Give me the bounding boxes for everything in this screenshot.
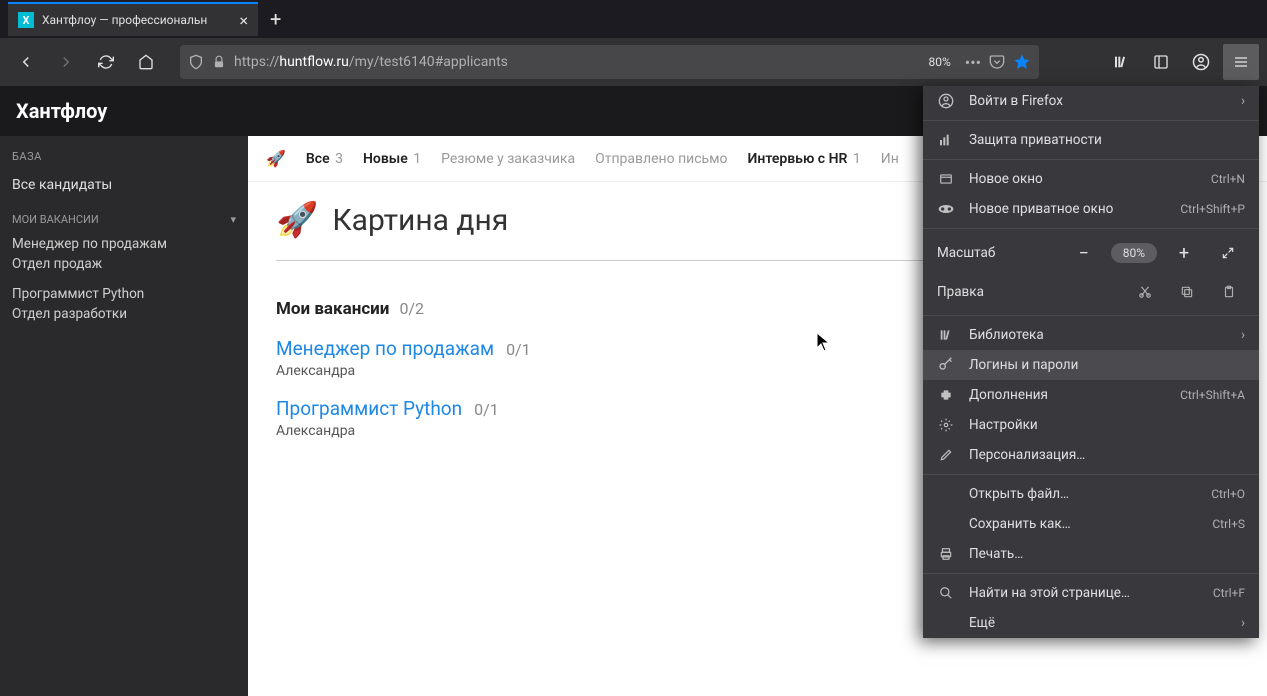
menu-separator <box>923 474 1259 475</box>
brush-icon <box>937 448 955 462</box>
vacancy-name[interactable]: Менеджер по продажам <box>276 337 494 360</box>
menu-find[interactable]: Найти на этой странице… Ctrl+F <box>923 578 1259 608</box>
rocket-icon[interactable]: 🚀 <box>266 149 286 168</box>
app-logo[interactable]: Хантфлоу <box>0 86 248 136</box>
tab-resume[interactable]: Резюме у заказчика <box>441 151 575 167</box>
reload-button[interactable] <box>88 44 124 80</box>
menu-new-private[interactable]: Новое приватное окно Ctrl+Shift+P <box>923 194 1259 224</box>
menu-logins[interactable]: Логины и пароли <box>923 350 1259 380</box>
home-button[interactable] <box>128 44 164 80</box>
app-menu-button[interactable] <box>1223 44 1259 80</box>
menu-separator <box>923 120 1259 121</box>
new-tab-button[interactable]: + <box>258 7 293 31</box>
chevron-right-icon: › <box>1241 93 1245 109</box>
tab-interview[interactable]: Интервью с HR 1 <box>748 151 861 167</box>
vacancy-count: 0/1 <box>506 340 531 359</box>
back-button[interactable] <box>8 44 44 80</box>
sidebar-vacancy-1[interactable]: Менеджер по продажам <box>0 234 248 254</box>
menu-customize[interactable]: Персонализация… <box>923 440 1259 470</box>
sidebar-vacancy-1-dept: Отдел продаж <box>0 254 248 274</box>
mask-icon <box>937 204 955 214</box>
lock-icon[interactable] <box>212 55 226 69</box>
account-icon <box>937 93 955 109</box>
menu-separator <box>923 315 1259 316</box>
menu-settings[interactable]: Настройки <box>923 410 1259 440</box>
menu-addons[interactable]: Дополнения Ctrl+Shift+A <box>923 380 1259 410</box>
vacancy-name[interactable]: Программист Python <box>276 397 462 420</box>
window-icon <box>937 172 955 186</box>
tab-new[interactable]: Новые 1 <box>363 151 421 167</box>
chevron-right-icon: › <box>1241 615 1245 631</box>
key-icon <box>937 357 955 373</box>
sidebar-vacancy-2[interactable]: Программист Python <box>0 284 248 304</box>
section-count: 0/2 <box>399 299 424 318</box>
fullscreen-icon[interactable] <box>1211 239 1245 267</box>
sidebar-icon[interactable] <box>1143 44 1179 80</box>
gear-icon <box>937 418 955 432</box>
sidebar-my-vacancies-label: МОИ ВАКАНСИИ <box>12 213 99 226</box>
url-text: https://huntflow.ru/my/test6140#applican… <box>234 54 915 70</box>
sidebar-vacancy-2-dept: Отдел разработки <box>0 304 248 324</box>
chevron-down-icon: ▾ <box>230 213 236 226</box>
section-title: Мои вакансии <box>276 299 389 319</box>
library-icon[interactable] <box>1103 44 1139 80</box>
shield-icon[interactable] <box>188 54 204 70</box>
rocket-big-icon: 🚀 <box>276 200 318 240</box>
printer-icon <box>937 547 955 561</box>
sidebar-section-base: БАЗА <box>0 136 248 171</box>
zoom-indicator[interactable]: 80% <box>923 53 957 71</box>
page-title-text: Картина дня <box>332 203 508 238</box>
menu-separator <box>923 228 1259 229</box>
menu-separator <box>923 573 1259 574</box>
sidebar-my-vacancies-header[interactable]: МОИ ВАКАНСИИ ▾ <box>0 199 248 234</box>
more-icon[interactable]: ••• <box>965 53 981 72</box>
menu-zoom: Масштаб − 80% + <box>923 233 1259 273</box>
address-bar[interactable]: https://huntflow.ru/my/test6140#applican… <box>180 45 1039 79</box>
paste-icon[interactable] <box>1213 285 1245 299</box>
menu-more[interactable]: Ещё › <box>923 608 1259 638</box>
menu-save-as[interactable]: Сохранить как… Ctrl+S <box>923 509 1259 539</box>
library-icon <box>937 328 955 342</box>
forward-button[interactable] <box>48 44 84 80</box>
browser-nav-bar: https://huntflow.ru/my/test6140#applican… <box>0 38 1267 86</box>
menu-print[interactable]: Печать… <box>923 539 1259 569</box>
bookmark-star-icon[interactable] <box>1013 53 1031 71</box>
cut-icon[interactable] <box>1129 285 1161 299</box>
menu-new-window[interactable]: Новое окно Ctrl+N <box>923 164 1259 194</box>
menu-separator <box>923 159 1259 160</box>
tab-title: Хантфлоу — профессиональн <box>42 13 231 27</box>
account-icon[interactable] <box>1183 44 1219 80</box>
tab-favicon: Х <box>18 12 34 28</box>
privacy-icon <box>937 132 955 148</box>
menu-privacy[interactable]: Защита приватности <box>923 125 1259 155</box>
tab-more[interactable]: Ин <box>881 151 899 167</box>
tab-sent[interactable]: Отправлено письмо <box>595 151 727 167</box>
app-sidebar: Хантфлоу БАЗА Все кандидаты МОИ ВАКАНСИИ… <box>0 86 248 696</box>
close-tab-icon[interactable]: × <box>239 11 248 30</box>
zoom-in-button[interactable]: + <box>1167 239 1201 267</box>
vacancy-count: 0/1 <box>474 400 499 419</box>
chevron-right-icon: › <box>1241 327 1245 343</box>
edit-label: Правка <box>937 284 1119 300</box>
menu-signin[interactable]: Войти в Firefox › <box>923 86 1259 116</box>
browser-tab-bar: Х Хантфлоу — профессиональн × + <box>0 0 1267 38</box>
menu-library[interactable]: Библиотека › <box>923 320 1259 350</box>
browser-tab[interactable]: Х Хантфлоу — профессиональн × <box>8 2 258 36</box>
sidebar-all-candidates[interactable]: Все кандидаты <box>0 171 248 199</box>
puzzle-icon <box>937 388 955 402</box>
pocket-icon[interactable] <box>989 54 1005 70</box>
menu-open-file[interactable]: Открыть файл… Ctrl+O <box>923 479 1259 509</box>
zoom-value[interactable]: 80% <box>1111 243 1157 263</box>
tab-all[interactable]: Все 3 <box>306 151 343 167</box>
copy-icon[interactable] <box>1171 285 1203 299</box>
zoom-out-button[interactable]: − <box>1067 239 1101 267</box>
menu-edit: Правка <box>923 273 1259 311</box>
zoom-label: Масштаб <box>937 245 1057 261</box>
firefox-app-menu: Войти в Firefox › Защита приватности Нов… <box>923 86 1259 638</box>
search-icon <box>937 586 955 600</box>
